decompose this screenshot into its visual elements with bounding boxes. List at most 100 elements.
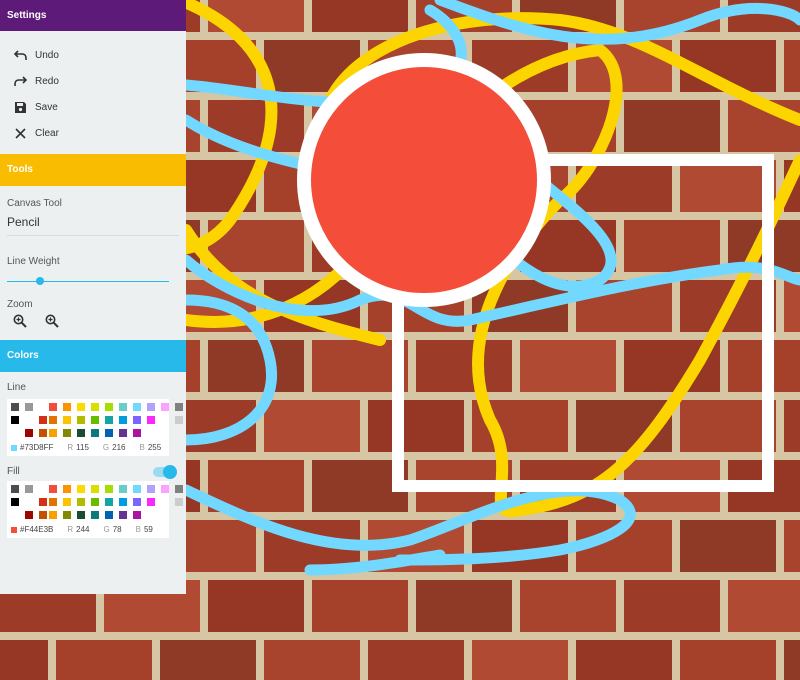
fill-color-swatch[interactable] xyxy=(49,498,57,506)
line-gray-swatch[interactable] xyxy=(11,416,19,424)
fill-color-swatch[interactable] xyxy=(119,511,127,519)
line-color-swatch[interactable] xyxy=(105,429,113,437)
fill-color-swatch[interactable] xyxy=(63,511,71,519)
line-weight-slider-track xyxy=(7,281,169,282)
fill-color-swatch[interactable] xyxy=(147,485,155,493)
fill-color-swatch[interactable] xyxy=(105,485,113,493)
line-color-swatch[interactable] xyxy=(39,416,47,424)
line-color-swatch[interactable] xyxy=(25,429,33,437)
fill-color-swatch[interactable] xyxy=(77,498,85,506)
fill-color-swatch[interactable] xyxy=(91,511,99,519)
line-color-picker: #73D8FF R 115 G 216 B 255 xyxy=(7,399,183,456)
brick xyxy=(416,340,512,392)
fill-color-swatch[interactable] xyxy=(147,498,155,506)
line-color-swatch[interactable] xyxy=(147,416,155,424)
fill-color-swatch[interactable] xyxy=(119,498,127,506)
line-color-swatch[interactable] xyxy=(119,403,127,411)
fill-b-value[interactable]: 59 xyxy=(144,525,153,534)
line-color-swatch[interactable] xyxy=(105,416,113,424)
fill-hex-value[interactable]: #F44E3B xyxy=(20,525,53,534)
canvas-tool-select[interactable]: Pencil xyxy=(7,215,179,236)
line-gray-swatch[interactable] xyxy=(175,416,183,424)
line-color-swatch[interactable] xyxy=(49,416,57,424)
fill-color-swatch[interactable] xyxy=(91,485,99,493)
settings-menu: Undo Redo Save Clear xyxy=(0,31,186,154)
line-color-swatch[interactable] xyxy=(49,429,57,437)
line-gray-swatch[interactable] xyxy=(161,416,169,424)
fill-color-swatch[interactable] xyxy=(77,511,85,519)
brick xyxy=(680,160,776,212)
line-r-value[interactable]: 115 xyxy=(76,443,89,452)
brick xyxy=(784,400,800,452)
line-g-value[interactable]: 216 xyxy=(112,443,125,452)
line-color-swatch[interactable] xyxy=(63,403,71,411)
fill-toggle[interactable] xyxy=(153,464,177,479)
colors-header: Colors xyxy=(0,340,186,372)
line-weight-slider-thumb[interactable] xyxy=(36,277,44,285)
fill-color-swatch[interactable] xyxy=(119,485,127,493)
fill-color-swatch[interactable] xyxy=(49,485,57,493)
fill-color-swatch[interactable] xyxy=(39,511,47,519)
line-color-swatch[interactable] xyxy=(91,416,99,424)
fill-gray-swatch[interactable] xyxy=(11,485,19,493)
line-color-swatch[interactable] xyxy=(77,416,85,424)
line-color-swatch[interactable] xyxy=(91,429,99,437)
line-color-swatch[interactable] xyxy=(119,429,127,437)
line-color-swatch[interactable] xyxy=(77,403,85,411)
line-color-swatch[interactable] xyxy=(49,403,57,411)
line-color-swatch[interactable] xyxy=(133,403,141,411)
fill-gray-swatch[interactable] xyxy=(175,485,183,493)
line-color-swatch[interactable] xyxy=(147,403,155,411)
fill-color-swatch[interactable] xyxy=(133,498,141,506)
tools-header: Tools xyxy=(0,154,186,186)
line-color-swatch[interactable] xyxy=(63,416,71,424)
fill-color-swatch[interactable] xyxy=(63,485,71,493)
fill-g-value[interactable]: 78 xyxy=(113,525,122,534)
line-color-swatch[interactable] xyxy=(105,403,113,411)
line-weight-slider[interactable] xyxy=(7,275,179,289)
fill-gray-swatch[interactable] xyxy=(11,498,19,506)
undo-icon xyxy=(13,48,27,62)
fill-color-swatch[interactable] xyxy=(77,485,85,493)
line-color-swatch[interactable] xyxy=(133,429,141,437)
zoom-out-icon[interactable] xyxy=(45,314,59,328)
redo-button[interactable]: Redo xyxy=(13,68,186,94)
fill-color-swatch[interactable] xyxy=(25,511,33,519)
line-gray-swatch[interactable] xyxy=(11,403,19,411)
fill-color-swatch[interactable] xyxy=(49,511,57,519)
fill-color-swatch[interactable] xyxy=(91,498,99,506)
fill-color-swatch[interactable] xyxy=(63,498,71,506)
fill-gray-swatch[interactable] xyxy=(175,498,183,506)
line-color-swatch[interactable] xyxy=(119,416,127,424)
fill-color-swatch[interactable] xyxy=(133,485,141,493)
zoom-in-icon[interactable] xyxy=(13,314,27,328)
zoom-controls xyxy=(7,314,179,328)
line-color-swatch[interactable] xyxy=(133,416,141,424)
line-color-swatch[interactable] xyxy=(161,403,169,411)
brick xyxy=(784,40,800,92)
fill-r-value[interactable]: 244 xyxy=(76,525,89,534)
save-icon xyxy=(13,100,27,114)
fill-gray-swatch[interactable] xyxy=(161,498,169,506)
line-color-swatch[interactable] xyxy=(91,403,99,411)
clear-button[interactable]: Clear xyxy=(13,120,186,146)
save-button[interactable]: Save xyxy=(13,94,186,120)
line-hex-value[interactable]: #73D8FF xyxy=(20,443,53,452)
line-color-swatch[interactable] xyxy=(77,429,85,437)
fill-color-swatch[interactable] xyxy=(161,485,169,493)
fill-gray-swatch[interactable] xyxy=(25,485,33,493)
line-gray-swatch[interactable] xyxy=(25,403,33,411)
fill-color-swatch[interactable] xyxy=(105,511,113,519)
line-b-value[interactable]: 255 xyxy=(148,443,161,452)
line-color-swatch[interactable] xyxy=(39,429,47,437)
brick xyxy=(784,280,800,332)
undo-button[interactable]: Undo xyxy=(13,42,186,68)
fill-color-swatch[interactable] xyxy=(105,498,113,506)
colors-section: Line #73D8FF R 115 G 216 B 255 Fill #F44… xyxy=(0,372,186,538)
line-color-swatch[interactable] xyxy=(63,429,71,437)
fill-color-swatch[interactable] xyxy=(39,498,47,506)
brick xyxy=(784,640,800,680)
line-gray-swatch[interactable] xyxy=(175,403,183,411)
fill-color-swatch[interactable] xyxy=(133,511,141,519)
fill-g-label: G xyxy=(103,525,110,534)
